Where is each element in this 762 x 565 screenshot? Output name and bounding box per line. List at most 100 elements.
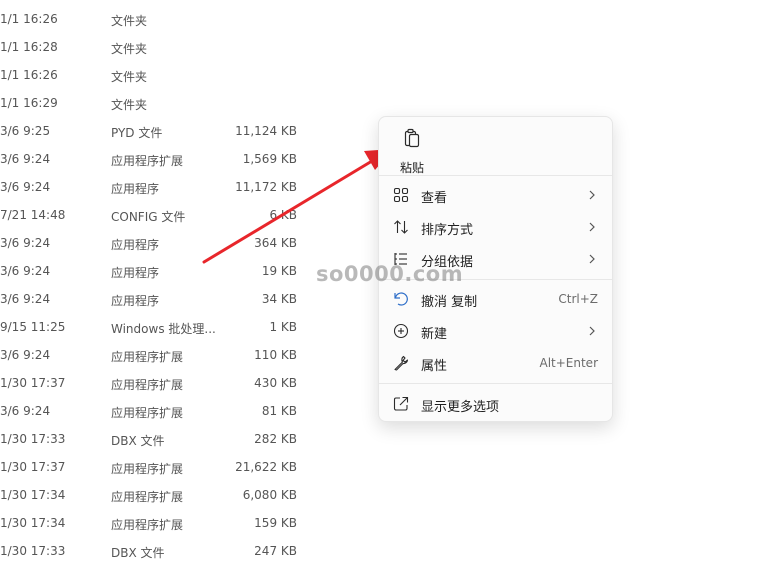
chevron-right-icon <box>589 190 595 200</box>
file-date: 1/1 16:29 <box>0 96 58 110</box>
file-date: 1/1 16:26 <box>0 68 58 82</box>
file-size: 11,172 KB <box>235 180 297 194</box>
chevron-right-icon <box>589 254 595 264</box>
menu-item-undo[interactable]: 撤消 复制 Ctrl+Z <box>383 284 608 314</box>
file-size: 282 KB <box>254 432 297 446</box>
file-date: 3/6 9:24 <box>0 236 51 250</box>
file-size: 19 KB <box>261 264 297 278</box>
file-type: 应用程序扩展 <box>111 406 184 420</box>
file-type: 应用程序 <box>111 238 160 252</box>
file-size: 1 KB <box>269 320 297 334</box>
file-row[interactable]: 3/6 9:24 应用程序 364 KB <box>0 229 330 257</box>
file-size: 364 KB <box>254 236 297 250</box>
file-date: 1/30 17:33 <box>0 544 66 558</box>
file-size: 6,080 KB <box>242 488 297 502</box>
menu-item-label: 新建 <box>421 327 448 342</box>
chevron-right-icon <box>589 326 595 336</box>
file-row[interactable]: 1/30 17:34 应用程序扩展 6,080 KB <box>0 481 330 509</box>
file-date: 9/15 11:25 <box>0 320 66 334</box>
file-row[interactable]: 1/30 17:34 应用程序扩展 159 KB <box>0 509 330 537</box>
menu-item-label: 查看 <box>421 191 448 206</box>
menu-item-new[interactable]: 新建 <box>383 316 608 346</box>
file-type: 文件夹 <box>111 70 148 84</box>
file-type: 应用程序扩展 <box>111 350 184 364</box>
file-date: 3/6 9:24 <box>0 348 51 362</box>
menu-item-show-more-options[interactable]: 显示更多选项 <box>383 389 608 419</box>
divider <box>379 175 612 176</box>
file-row[interactable]: 1/1 16:26 文件夹 <box>0 61 330 89</box>
more-options-icon <box>393 396 409 411</box>
menu-item-label: 显示更多选项 <box>421 400 500 415</box>
file-type: CONFIG 文件 <box>111 210 186 224</box>
file-row[interactable]: 1/1 16:26 文件夹 <box>0 5 330 33</box>
file-date: 1/30 17:34 <box>0 516 66 530</box>
menu-item-sort[interactable]: 排序方式 <box>383 212 608 242</box>
file-date: 1/30 17:33 <box>0 432 66 446</box>
file-type: 应用程序扩展 <box>111 490 184 504</box>
file-date: 3/6 9:24 <box>0 180 51 194</box>
file-type: 应用程序扩展 <box>111 154 184 168</box>
file-size: 34 KB <box>261 292 297 306</box>
file-date: 1/30 17:34 <box>0 488 66 502</box>
file-date: 3/6 9:24 <box>0 264 51 278</box>
file-date: 3/6 9:24 <box>0 152 51 166</box>
properties-icon <box>394 355 409 371</box>
file-row[interactable]: 3/6 9:24 应用程序扩展 81 KB <box>0 397 330 425</box>
file-row[interactable]: 1/30 17:33 DBX 文件 247 KB <box>0 537 330 565</box>
menu-item-view[interactable]: 查看 <box>383 180 608 210</box>
file-date: 7/21 14:48 <box>0 208 66 222</box>
menu-item-properties[interactable]: 属性 Alt+Enter <box>383 348 608 378</box>
file-row[interactable]: 3/6 9:25 PYD 文件 11,124 KB <box>0 117 330 145</box>
view-icon <box>393 187 409 203</box>
file-date: 1/30 17:37 <box>0 460 66 474</box>
file-row[interactable]: 3/6 9:24 应用程序扩展 1,569 KB <box>0 145 330 173</box>
file-row[interactable]: 3/6 9:24 应用程序扩展 110 KB <box>0 341 330 369</box>
file-row[interactable]: 3/6 9:24 应用程序 19 KB <box>0 257 330 285</box>
paste-button[interactable]: 粘贴 <box>389 125 435 175</box>
file-type: DBX 文件 <box>111 434 165 448</box>
paste-label: 粘贴 <box>399 161 424 175</box>
file-date: 1/1 16:28 <box>0 40 58 54</box>
file-type: 应用程序 <box>111 294 160 308</box>
file-size: 11,124 KB <box>235 124 297 138</box>
file-size: 1,569 KB <box>242 152 297 166</box>
file-list: 1/1 16:26 文件夹 1/1 16:28 文件夹 1/1 16:26 文件夹 1/1 … <box>0 5 330 565</box>
file-type: DBX 文件 <box>111 546 165 560</box>
file-date: 3/6 9:24 <box>0 404 51 418</box>
file-type: Windows 批处理... <box>111 322 216 336</box>
file-row[interactable]: 3/6 9:24 应用程序 34 KB <box>0 285 330 313</box>
file-date: 1/30 17:37 <box>0 376 66 390</box>
file-date: 3/6 9:25 <box>0 124 51 138</box>
paste-icon <box>404 128 420 148</box>
chevron-right-icon <box>589 222 595 232</box>
file-type: 应用程序 <box>111 182 160 196</box>
menu-item-label: 排序方式 <box>421 223 474 238</box>
file-date: 3/6 9:24 <box>0 292 51 306</box>
shortcut-text: Alt+Enter <box>539 356 598 370</box>
file-row[interactable]: 1/30 17:37 应用程序扩展 430 KB <box>0 369 330 397</box>
file-size: 430 KB <box>254 376 297 390</box>
file-type: 文件夹 <box>111 42 148 56</box>
file-row[interactable]: 1/1 16:28 文件夹 <box>0 33 330 61</box>
file-type: 文件夹 <box>111 14 148 28</box>
new-icon <box>393 323 409 339</box>
file-row[interactable]: 1/30 17:33 DBX 文件 282 KB <box>0 425 330 453</box>
file-type: 应用程序扩展 <box>111 462 184 476</box>
file-type: 应用程序 <box>111 266 160 280</box>
file-row[interactable]: 1/1 16:29 文件夹 <box>0 89 330 117</box>
file-row[interactable]: 9/15 11:25 Windows 批处理... 1 KB <box>0 313 330 341</box>
file-size: 81 KB <box>261 404 297 418</box>
divider <box>379 383 612 384</box>
menu-item-label: 撤消 复制 <box>421 295 478 310</box>
file-size: 21,622 KB <box>235 460 297 474</box>
watermark-text: so0000.com <box>316 262 464 286</box>
shortcut-text: Ctrl+Z <box>558 292 598 306</box>
file-date: 1/1 16:26 <box>0 12 58 26</box>
file-size: 247 KB <box>254 544 297 558</box>
file-type: 应用程序扩展 <box>111 518 184 532</box>
file-size: 110 KB <box>254 348 297 362</box>
file-row[interactable]: 1/30 17:37 应用程序扩展 21,622 KB <box>0 453 330 481</box>
file-row[interactable]: 7/21 14:48 CONFIG 文件 6 KB <box>0 201 330 229</box>
menu-item-label: 属性 <box>421 359 448 374</box>
file-row[interactable]: 3/6 9:24 应用程序 11,172 KB <box>0 173 330 201</box>
